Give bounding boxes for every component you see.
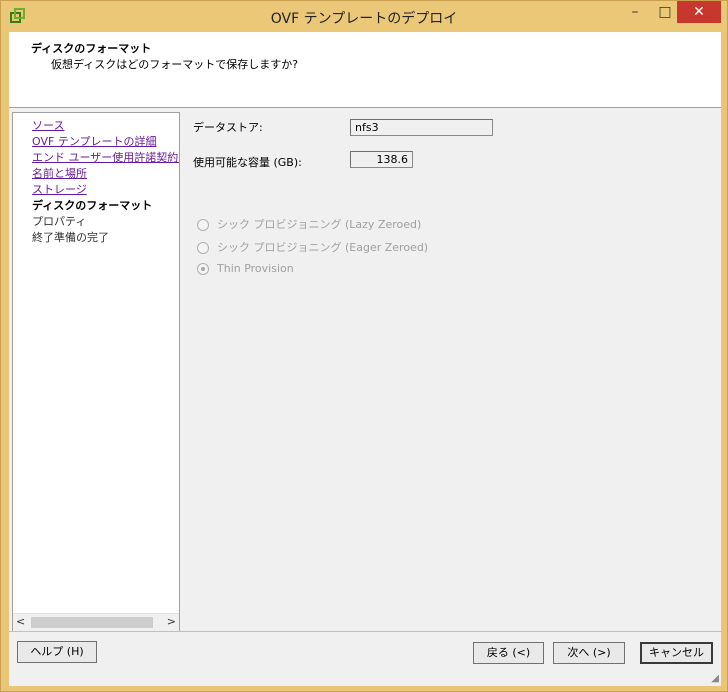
page-subtitle: 仮想ディスクはどのフォーマットで保存しますか? <box>51 58 299 71</box>
step-label[interactable]: ソース <box>32 119 64 132</box>
step-name-location[interactable]: 名前と場所 <box>32 166 179 182</box>
disk-format-panel: データストア: nfs3 使用可能な容量 (GB): 138.6 シック プロビ… <box>181 108 721 631</box>
wizard-header: ディスクのフォーマット 仮想ディスクはどのフォーマットで保存しますか? <box>9 32 721 108</box>
maximize-button[interactable]: □ <box>651 1 679 23</box>
datastore-label: データストア: <box>193 121 263 134</box>
radio-unchecked-icon[interactable] <box>197 242 209 254</box>
step-label[interactable]: 名前と場所 <box>32 167 87 180</box>
minimize-button[interactable]: – <box>621 1 649 23</box>
step-label[interactable]: ストレージ <box>32 183 87 196</box>
scroll-left-icon[interactable]: < <box>16 615 25 628</box>
step-label-current: ディスクのフォーマット <box>32 199 153 212</box>
back-button[interactable]: 戻る (<) <box>473 642 544 664</box>
capacity-label: 使用可能な容量 (GB): <box>193 156 302 169</box>
step-ovf-details[interactable]: OVF テンプレートの詳細 <box>32 134 179 150</box>
step-label: 終了準備の完了 <box>32 231 109 244</box>
step-storage[interactable]: ストレージ <box>32 182 179 198</box>
radio-checked-icon[interactable] <box>197 263 209 275</box>
option-label: Thin Provision <box>217 262 294 275</box>
step-source[interactable]: ソース <box>32 118 179 134</box>
capacity-value: 138.6 <box>350 151 413 168</box>
option-label: シック プロビジョニング (Lazy Zeroed) <box>217 218 422 231</box>
scroll-right-icon[interactable]: > <box>167 615 176 628</box>
close-button[interactable]: ✕ <box>677 1 721 23</box>
step-navigation: ソース OVF テンプレートの詳細 エンド ユーザー使用許諾契約書 名前と場所 … <box>12 112 180 632</box>
window-title: OVF テンプレートのデプロイ <box>270 11 458 27</box>
title-bar[interactable]: OVF テンプレートのデプロイ – □ ✕ <box>1 1 727 33</box>
step-properties: プロパティ <box>32 214 179 230</box>
scrollbar-thumb[interactable] <box>31 617 153 628</box>
step-list: ソース OVF テンプレートの詳細 エンド ユーザー使用許諾契約書 名前と場所 … <box>32 118 179 246</box>
wizard-window: OVF テンプレートのデプロイ – □ ✕ ディスクのフォーマット 仮想ディスク… <box>0 0 728 692</box>
step-eula[interactable]: エンド ユーザー使用許諾契約書 <box>32 150 179 166</box>
step-label[interactable]: エンド ユーザー使用許諾契約書 <box>32 151 179 164</box>
option-thick-eager[interactable]: シック プロビジョニング (Eager Zeroed) <box>197 239 428 257</box>
help-button[interactable]: ヘルプ (H) <box>17 641 97 663</box>
cancel-button[interactable]: キャンセル <box>640 642 713 664</box>
radio-unchecked-icon[interactable] <box>197 219 209 231</box>
step-ready-to-complete: 終了準備の完了 <box>32 230 179 246</box>
step-disk-format: ディスクのフォーマット <box>32 198 179 214</box>
option-thick-lazy[interactable]: シック プロビジョニング (Lazy Zeroed) <box>197 216 421 234</box>
step-label[interactable]: OVF テンプレートの詳細 <box>32 135 156 148</box>
datastore-value: nfs3 <box>350 119 493 136</box>
wizard-content: ソース OVF テンプレートの詳細 エンド ユーザー使用許諾契約書 名前と場所 … <box>9 108 721 632</box>
step-label: プロパティ <box>32 215 87 228</box>
resize-grip-icon[interactable]: ◢ <box>711 673 719 684</box>
horizontal-scrollbar[interactable]: < > <box>13 613 179 631</box>
option-label: シック プロビジョニング (Eager Zeroed) <box>217 241 429 254</box>
next-button[interactable]: 次へ (>) <box>553 642 625 664</box>
option-thin-provision[interactable]: Thin Provision <box>197 262 294 280</box>
wizard-footer: ヘルプ (H) 戻る (<) 次へ (>) キャンセル ◢ <box>9 631 721 686</box>
page-title: ディスクのフォーマット <box>31 42 152 55</box>
